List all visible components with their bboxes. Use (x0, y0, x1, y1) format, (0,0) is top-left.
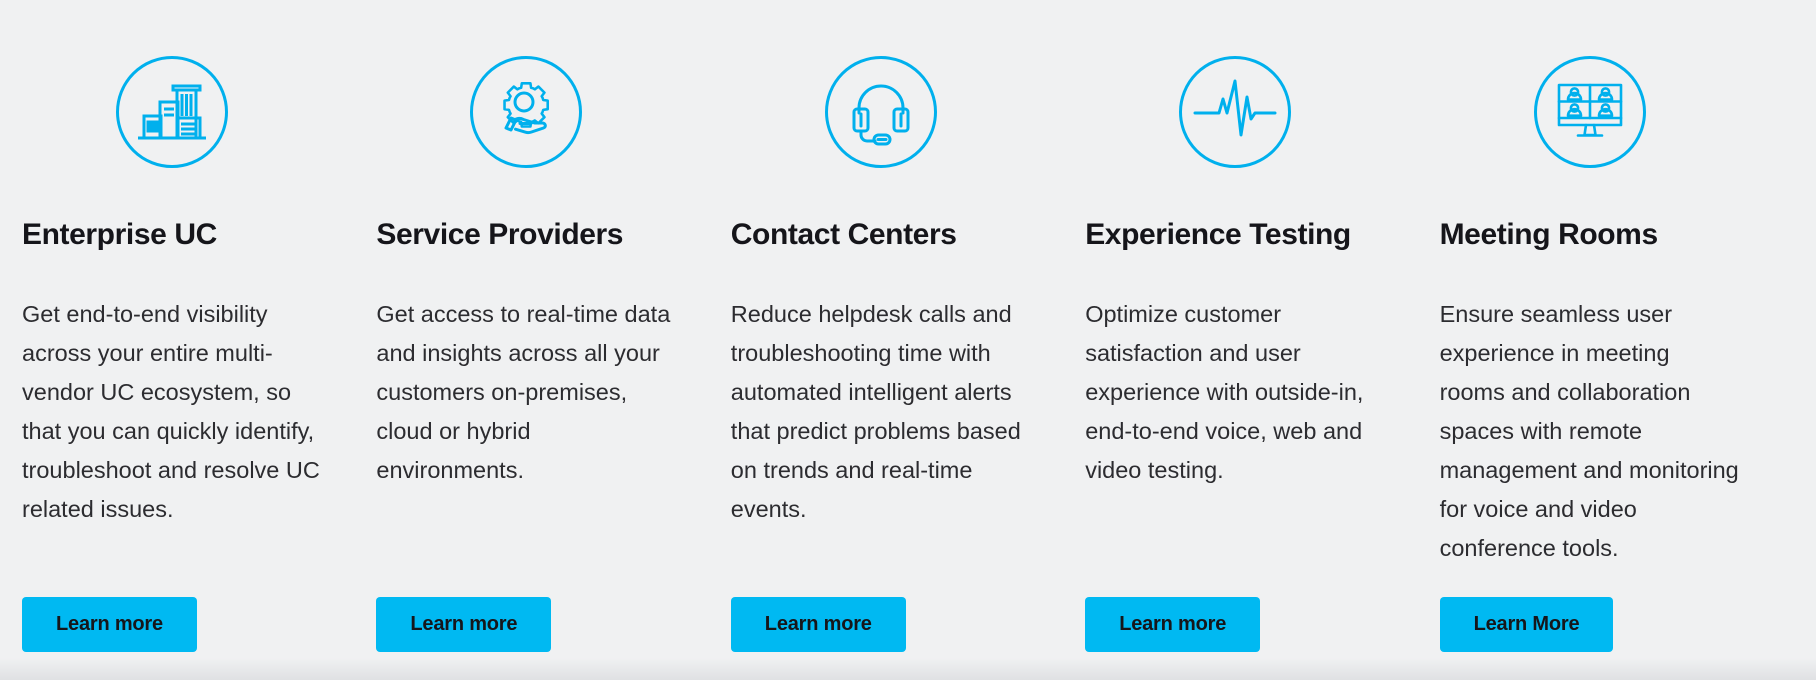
feature-description: Get end-to-end visibility across your en… (22, 301, 320, 522)
pulse-waveform-icon (1179, 56, 1292, 168)
feature-description: Reduce helpdesk calls and troubleshootin… (730, 301, 1021, 522)
feature-description: Ensure seamless user experience in meeti… (1439, 301, 1739, 561)
feature-title: Meeting Rooms (1439, 218, 1659, 251)
learn-more-button[interactable]: Learn more (22, 597, 197, 652)
feature-card-meeting-rooms: Meeting Rooms Ensure seamless user exper… (1439, 0, 1794, 680)
feature-card-service-providers: Service Providers Get access to real-tim… (376, 0, 730, 680)
video-conference-screen-icon (1533, 56, 1646, 168)
learn-more-button[interactable]: Learn more (376, 597, 552, 652)
learn-more-button[interactable]: Learn More (1439, 597, 1614, 652)
feature-title: Enterprise UC (22, 218, 217, 251)
feature-description: Optimize customer satisfaction and user … (1085, 301, 1364, 483)
feature-card-contact-centers: Contact Centers Reduce helpdesk calls an… (730, 0, 1085, 680)
learn-more-button[interactable]: Learn more (730, 597, 906, 652)
gear-in-hand-icon (470, 56, 583, 168)
feature-title: Experience Testing (1085, 218, 1351, 251)
feature-card-experience-testing: Experience Testing Optimize customer sat… (1085, 0, 1439, 680)
office-buildings-icon (116, 56, 228, 168)
feature-title: Contact Centers (730, 218, 957, 251)
learn-more-button[interactable]: Learn more (1085, 597, 1261, 652)
feature-description: Get access to real-time data and insight… (376, 301, 671, 483)
feature-card-grid: Enterprise UC Get end-to-end visibility … (0, 0, 1816, 680)
feature-card-enterprise-uc: Enterprise UC Get end-to-end visibility … (22, 0, 376, 680)
headset-icon (824, 56, 937, 168)
feature-title: Service Providers (376, 218, 624, 251)
